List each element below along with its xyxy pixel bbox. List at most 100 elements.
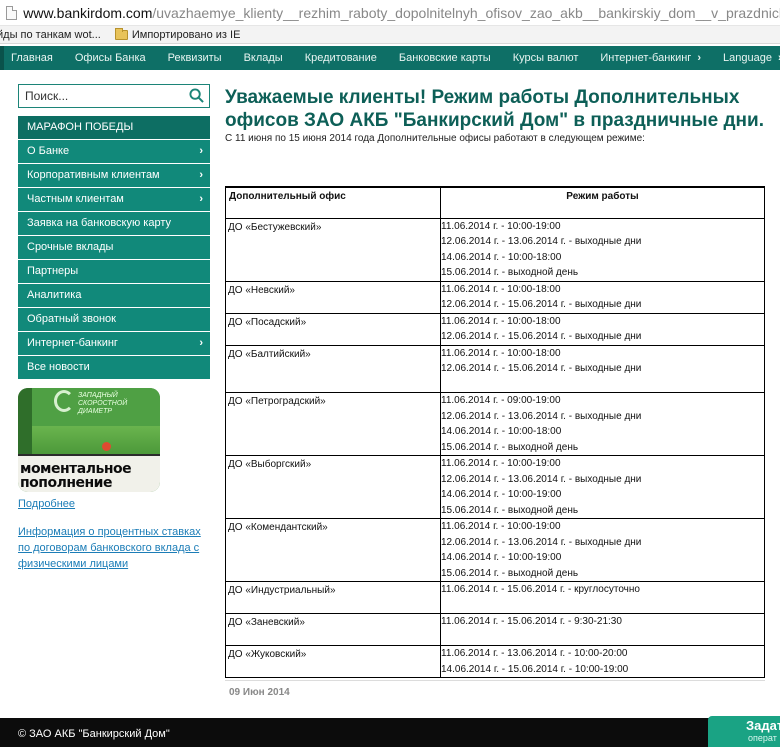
divider [225, 680, 765, 681]
sidebar-item-internet-banking[interactable]: Интернет-банкинг › [18, 332, 210, 355]
office-cell: ДО «Невский» [225, 280, 441, 314]
schedule-cell: 11.06.2014 г. - 10:00-19:00 12.06.2014 г.… [440, 455, 765, 519]
schedule-line: 11.06.2014 г. - 09:00-19:00 [441, 395, 561, 406]
schedule-cell: 11.06.2014 г. - 10:00-18:00 12.06.2014 г.… [440, 344, 765, 393]
address-bar[interactable]: www.bankirdom.com/uvazhaemye_klienty__re… [0, 0, 780, 26]
footer: © ЗАО АКБ "Банкирский Дом" Задат операт [0, 716, 780, 747]
schedule-line: 11.06.2014 г. - 10:00-18:00 [441, 315, 561, 327]
schedule-cell: 11.06.2014 г. - 15.06.2014 г. - круглосу… [440, 581, 765, 614]
schedule-line: 15.06.2014 г. - выходной день [441, 441, 579, 453]
schedule-cell: 11.06.2014 г. - 09:00-19:00 12.06.2014 г.… [440, 392, 765, 456]
table-row: ДО «Петроградский» 11.06.2014 г. - 09:00-… [225, 392, 765, 456]
column-header-schedule: Режим работы [440, 186, 765, 219]
schedule-line: 11.06.2014 г. - 10:00-19:00 [441, 220, 561, 232]
schedule-line: 12.06.2014 г. - 13.06.2014 г. - выходные… [441, 473, 642, 485]
schedule-line [441, 377, 764, 393]
schedule-line: 15.06.2014 г. - выходной день [441, 567, 579, 579]
nav-home[interactable]: Главная [0, 46, 64, 70]
nav-bank-cards[interactable]: Банковские карты [388, 46, 502, 70]
sidebar-item-about-bank[interactable]: О Банке › [18, 140, 210, 163]
table-row: ДО «Индустриальный» 11.06.2014 г. - 15.06… [225, 581, 765, 614]
sidebar-item-card-application[interactable]: Заявка на банковскую карту [18, 212, 210, 235]
road-logo-icon [54, 390, 74, 412]
promo-bottom-text: моментальное пополнение [20, 461, 132, 491]
schedule-table-body: ДО «Бестужевский» 11.06.2014 г. - 10:00-1… [225, 217, 765, 678]
copyright-text: © ЗАО АКБ "Банкирский Дом" [18, 728, 170, 740]
nav-edge [0, 46, 4, 70]
page-icon [6, 5, 18, 20]
sidebar-item-all-news[interactable]: Все новости [18, 356, 210, 379]
table-row: ДО «Балтийский» 11.06.2014 г. - 10:00-18:… [225, 344, 765, 393]
sidebar-item-analytics[interactable]: Аналитика [18, 284, 210, 307]
table-row: ДО «Бестужевский» 11.06.2014 г. - 10:00-1… [225, 217, 765, 282]
nav-lending[interactable]: Кредитование [294, 46, 388, 70]
schedule-line: 12.06.2014 г. - 15.06.2014 г. - выходные… [441, 331, 642, 342]
ask-question-subtitle: операт [748, 733, 777, 743]
sidebar-item-private[interactable]: Частным клиентам › [18, 188, 210, 211]
nav-internet-banking-label: Интернет-банкинг [600, 52, 692, 64]
interest-rates-link[interactable]: Информация о процентных ставках по догов… [18, 524, 210, 572]
more-link[interactable]: Подробнее [18, 498, 75, 510]
sidebar-item-label: Срочные вклады [27, 241, 114, 253]
sidebar-item-term-deposits[interactable]: Срочные вклады [18, 236, 210, 259]
schedule-line [441, 598, 764, 614]
search-icon[interactable] [189, 88, 204, 103]
table-row: ДО «Жуковский» 11.06.2014 г. - 13.06.2014… [225, 645, 765, 678]
office-cell: ДО «Бестужевский» [225, 217, 441, 282]
schedule-line [441, 630, 764, 646]
ask-question-title: Задат [746, 718, 780, 733]
promo-bottom: моментальное пополнение [18, 454, 160, 492]
schedule-table: Дополнительный офис Режим работы ДО «Бес… [225, 186, 765, 678]
schedule-line: 15.06.2014 г. - выходной день [441, 267, 579, 278]
sidebar-item-label: Обратный звонок [27, 313, 116, 325]
folder-icon [114, 27, 128, 40]
promo-banner[interactable]: ЗАПАДНЫЙ СКОРОСТНОЙ ДИАМЕТР моментальное… [18, 388, 160, 492]
schedule-line: 14.06.2014 г. - 15.06.2014 г. - 10:00-19… [441, 663, 629, 675]
schedule-line: 14.06.2014 г. - 10:00-18:00 [441, 426, 562, 437]
bookmark-ie-folder[interactable]: Импортировано из IE [114, 27, 241, 41]
sidebar-item-partners[interactable]: Партнеры [18, 260, 210, 283]
schedule-line: 11.06.2014 г. - 15.06.2014 г. - круглосу… [441, 584, 640, 595]
office-cell: ДО «Петроградский» [225, 392, 441, 456]
sidebar-item-corporate[interactable]: Корпоративным клиентам › [18, 164, 210, 187]
chevron-right-icon: › [199, 169, 203, 181]
table-row: ДО «Выборгский» 11.06.2014 г. - 10:00-19:… [225, 455, 765, 519]
sidebar-item-callback[interactable]: Обратный звонок [18, 308, 210, 331]
nav-offices[interactable]: Офисы Банка [64, 46, 157, 70]
publish-date: 09 Июн 2014 [229, 687, 290, 698]
sidebar-item-label: Корпоративным клиентам [27, 169, 160, 181]
sidebar-item-label: Партнеры [27, 265, 79, 277]
office-cell: ДО «Балтийский» [225, 344, 441, 393]
schedule-line: 11.06.2014 г. - 10:00-18:00 [441, 283, 561, 295]
sidebar-item-label: О Банке [27, 145, 70, 157]
sidebar-item-label: Частным клиентам [27, 193, 124, 205]
schedule-line: 12.06.2014 г. - 15.06.2014 г. - выходные… [441, 299, 642, 310]
nav-language[interactable]: Language› [712, 46, 780, 70]
schedule-cell: 11.06.2014 г. - 10:00-19:00 12.06.2014 г.… [440, 217, 765, 282]
search-input[interactable] [19, 86, 179, 106]
page-subtitle: С 11 июня по 15 июня 2014 года Дополните… [225, 133, 645, 144]
ask-question-button[interactable]: Задат операт [708, 716, 780, 747]
nav-internet-banking[interactable]: Интернет-банкинг › [589, 46, 712, 70]
nav-exchange-rates[interactable]: Курсы валют [502, 46, 590, 70]
schedule-line: 14.06.2014 г. - 10:00-19:00 [441, 552, 562, 563]
office-cell: ДО «Посадский» [225, 312, 441, 346]
schedule-cell: 11.06.2014 г. - 10:00-19:00 12.06.2014 г.… [440, 518, 765, 582]
url-text[interactable]: www.bankirdom.com/uvazhaemye_klienty__re… [23, 5, 780, 21]
schedule-line: 11.06.2014 г. - 10:00-18:00 [441, 347, 561, 359]
top-navigation: Главная Офисы Банка Реквизиты Вклады Кре… [0, 46, 780, 70]
schedule-cell: 11.06.2014 г. - 15.06.2014 г. - 9:30-21:… [440, 613, 765, 646]
schedule-line: 11.06.2014 г. - 15.06.2014 г. - 9:30-21:… [441, 616, 622, 627]
bookmark-wot[interactable]: йды по танкам wot... [0, 29, 101, 41]
office-cell: ДО «Выборгский» [225, 455, 441, 519]
chevron-right-icon: › [199, 145, 203, 157]
promo-side-bar [18, 388, 32, 454]
bookmark-ie-label: Импортировано из IE [131, 28, 241, 41]
nav-requisites[interactable]: Реквизиты [157, 46, 233, 70]
sidebar-item-label: Аналитика [27, 289, 82, 301]
chevron-right-icon: › [199, 337, 203, 349]
sidebar-item-label: Интернет-банкинг [27, 337, 118, 349]
office-cell: ДО «Индустриальный» [225, 581, 441, 614]
nav-deposits[interactable]: Вклады [233, 46, 294, 70]
sidebar-item-victory-marathon[interactable]: МАРАФОН ПОБЕДЫ [18, 116, 210, 139]
